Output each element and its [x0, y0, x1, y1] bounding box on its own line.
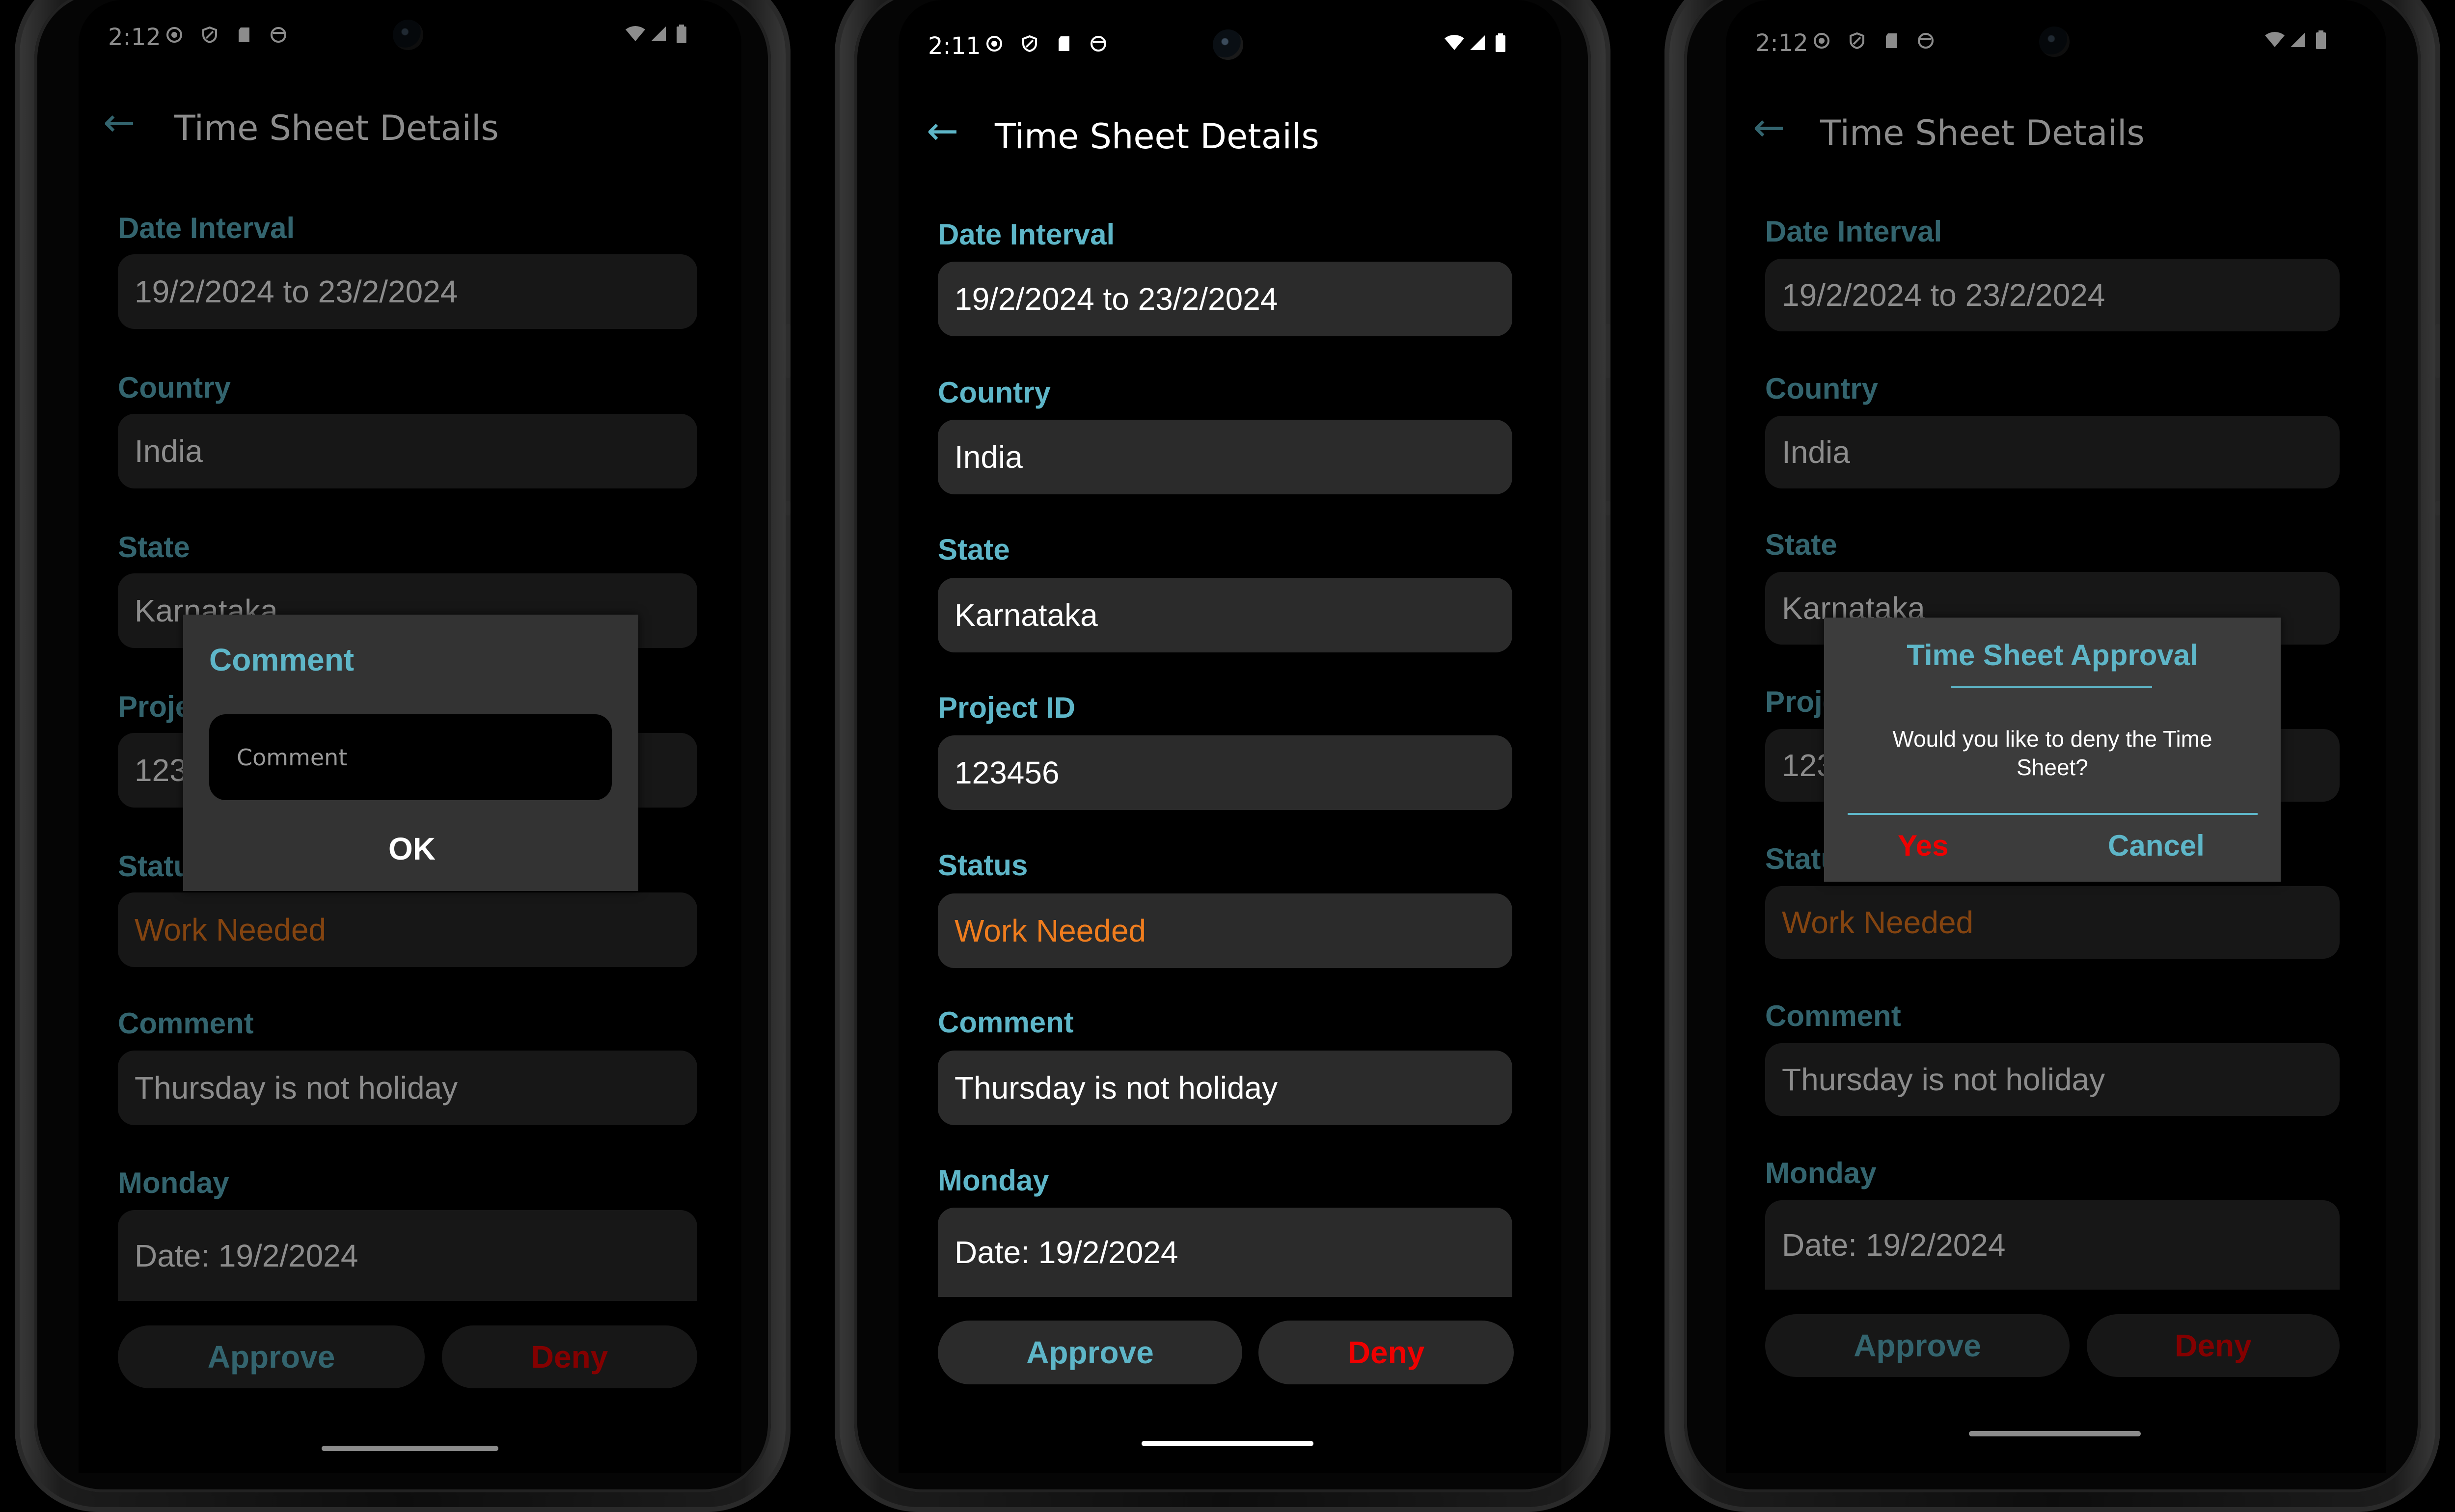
- state-label: State: [938, 533, 1010, 566]
- status-time: 2:11: [928, 32, 981, 60]
- yes-button[interactable]: Yes: [1898, 829, 1948, 863]
- comment-field[interactable]: Thursday is not holiday: [938, 1051, 1512, 1125]
- phone-side-button: [1606, 501, 1610, 515]
- country-field[interactable]: India: [938, 420, 1512, 494]
- approve-button[interactable]: Approve: [938, 1321, 1242, 1384]
- comment-dialog: Comment Comment OK: [183, 615, 638, 891]
- dialog-title: Comment: [209, 642, 355, 677]
- phone-side-button: [2435, 501, 2440, 515]
- cancel-button[interactable]: Cancel: [2108, 829, 2205, 863]
- comment-label: Comment: [938, 1006, 1074, 1039]
- back-arrow-icon[interactable]: ←: [927, 109, 958, 153]
- phone-screen-3: 2:12 ← Time Sheet Details Date Interval …: [1726, 0, 2386, 1473]
- phone-side-button: [786, 501, 791, 515]
- front-camera: [1213, 29, 1243, 60]
- signal-icon: [1470, 35, 1485, 50]
- state-field[interactable]: Karnataka: [938, 578, 1512, 652]
- date-interval-field[interactable]: 19/2/2024 to 23/2/2024: [938, 262, 1512, 336]
- comment-input[interactable]: Comment: [209, 714, 612, 800]
- approval-dialog: Time Sheet Approval Would you like to de…: [1824, 618, 2281, 882]
- home-indicator[interactable]: [1142, 1441, 1313, 1446]
- project-id-label: Project ID: [938, 691, 1076, 724]
- shield-icon: [1022, 35, 1037, 52]
- date-interval-label: Date Interval: [938, 218, 1115, 251]
- battery-icon: [1496, 33, 1505, 52]
- monday-label: Monday: [938, 1164, 1049, 1197]
- dialog-divider: [1848, 813, 2258, 815]
- dialog-title: Time Sheet Approval: [1907, 639, 2198, 672]
- phone-side-button: [1606, 324, 1610, 378]
- phone-side-button: [2435, 324, 2440, 378]
- page-title: Time Sheet Details: [995, 116, 1319, 157]
- phone-screen-1: 2:12 ← Time Sheet Details Date Interval …: [79, 0, 741, 1473]
- status-label: Status: [938, 849, 1028, 882]
- wifi-icon: [1445, 35, 1464, 50]
- dialog-message: Would you like to deny the Time Sheet?: [1892, 726, 2212, 780]
- deny-button[interactable]: Deny: [1258, 1321, 1514, 1384]
- location-icon: [986, 36, 1002, 52]
- sd-card-icon: [1059, 36, 1069, 51]
- face-icon: [1091, 36, 1106, 52]
- phone-side-button: [786, 324, 791, 378]
- phone-screen-2: 2:11 ← Time Sheet Details Date Interval …: [899, 0, 1561, 1473]
- project-id-field[interactable]: 123456: [938, 735, 1512, 810]
- title-underline: [1951, 686, 2152, 688]
- ok-button[interactable]: OK: [388, 831, 436, 867]
- status-field[interactable]: Work Needed: [938, 893, 1512, 968]
- country-label: Country: [938, 376, 1051, 409]
- monday-field[interactable]: Date: 19/2/2024: [938, 1208, 1512, 1297]
